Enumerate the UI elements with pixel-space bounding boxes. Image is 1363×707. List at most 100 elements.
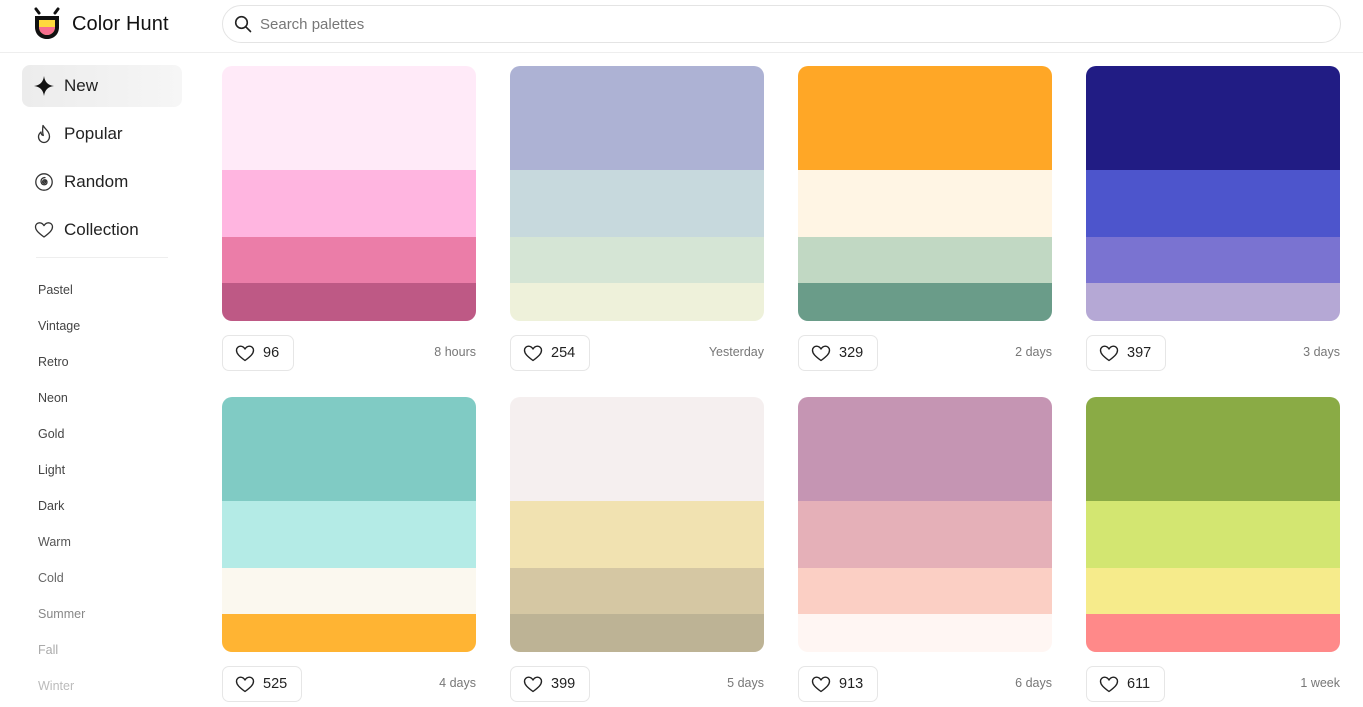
color-swatch[interactable]	[798, 66, 1052, 170]
color-swatch[interactable]	[222, 614, 476, 652]
like-button[interactable]: 525	[222, 666, 303, 702]
palette-swatches[interactable]	[510, 66, 764, 321]
color-swatch[interactable]	[222, 170, 476, 237]
color-swatch[interactable]	[1086, 170, 1340, 237]
nav-item-collection[interactable]: Collection	[22, 209, 182, 251]
color-swatch[interactable]	[1086, 66, 1340, 170]
top-header: Color Hunt	[0, 0, 1363, 53]
palette-footer: 329 2 days	[798, 335, 1052, 373]
tag-neon[interactable]: Neon	[22, 380, 182, 416]
like-count: 254	[551, 345, 576, 361]
logo-icon	[34, 7, 60, 39]
palette-card: 397 3 days	[1086, 66, 1340, 373]
palette-card: 913 6 days	[798, 397, 1052, 704]
heart-icon	[235, 345, 255, 362]
color-swatch[interactable]	[510, 568, 764, 614]
color-swatch[interactable]	[798, 568, 1052, 614]
like-button[interactable]: 611	[1086, 666, 1166, 702]
color-swatch[interactable]	[510, 170, 764, 237]
like-count: 329	[839, 345, 864, 361]
tag-cold[interactable]: Cold	[22, 560, 182, 596]
palette-swatches[interactable]	[222, 397, 476, 652]
palette-footer: 913 6 days	[798, 666, 1052, 704]
like-button[interactable]: 254	[510, 335, 591, 371]
tag-retro[interactable]: Retro	[22, 344, 182, 380]
palette-swatches[interactable]	[510, 397, 764, 652]
like-button[interactable]: 913	[798, 666, 879, 702]
sidebar: New Popular Random Collection Pastel Vint…	[22, 65, 182, 704]
nav-label-new: New	[64, 76, 99, 95]
color-swatch[interactable]	[222, 66, 476, 170]
color-swatch[interactable]	[1086, 237, 1340, 283]
color-swatch[interactable]	[798, 614, 1052, 652]
palette-card: 254 Yesterday	[510, 66, 764, 373]
color-swatch[interactable]	[510, 614, 764, 652]
search-input[interactable]	[258, 14, 1262, 34]
color-swatch[interactable]	[510, 397, 764, 501]
heart-icon	[235, 676, 255, 693]
tag-winter[interactable]: Winter	[22, 668, 182, 704]
tag-vintage[interactable]: Vintage	[22, 308, 182, 344]
heart-icon	[1099, 676, 1119, 693]
palette-date: 3 days	[1303, 345, 1340, 359]
tag-light[interactable]: Light	[22, 452, 182, 488]
sidebar-divider	[36, 257, 168, 258]
nav-item-random[interactable]: Random	[22, 161, 182, 203]
palette-swatches[interactable]	[222, 66, 476, 321]
heart-icon	[523, 676, 543, 693]
color-swatch[interactable]	[510, 237, 764, 283]
palette-date: 8 hours	[434, 345, 476, 359]
color-swatch[interactable]	[222, 283, 476, 321]
like-button[interactable]: 397	[1086, 335, 1167, 371]
color-swatch[interactable]	[510, 501, 764, 568]
color-swatch[interactable]	[1086, 614, 1340, 652]
like-button[interactable]: 96	[222, 335, 295, 371]
palette-date: 2 days	[1015, 345, 1052, 359]
like-button[interactable]: 399	[510, 666, 591, 702]
color-swatch[interactable]	[798, 237, 1052, 283]
search-bar[interactable]	[222, 5, 1341, 43]
palette-swatches[interactable]	[798, 397, 1052, 652]
palette-date: 4 days	[439, 676, 476, 690]
tag-warm[interactable]: Warm	[22, 524, 182, 560]
color-swatch[interactable]	[510, 283, 764, 321]
color-swatch[interactable]	[798, 283, 1052, 321]
tag-gold[interactable]: Gold	[22, 416, 182, 452]
tag-list: Pastel Vintage Retro Neon Gold Light Dark Warm C…	[22, 272, 182, 704]
color-swatch[interactable]	[1086, 397, 1340, 501]
color-swatch[interactable]	[1086, 501, 1340, 568]
color-swatch[interactable]	[222, 568, 476, 614]
color-swatch[interactable]	[798, 397, 1052, 501]
color-swatch[interactable]	[1086, 568, 1340, 614]
nav-item-new[interactable]: New	[22, 65, 182, 107]
palette-swatches[interactable]	[1086, 397, 1340, 652]
nav-label-collection: Collection	[64, 220, 139, 239]
palette-swatches[interactable]	[798, 66, 1052, 321]
color-swatch[interactable]	[222, 237, 476, 283]
color-swatch[interactable]	[798, 170, 1052, 237]
brand-logo[interactable]: Color Hunt	[31, 7, 169, 41]
color-swatch[interactable]	[222, 501, 476, 568]
tag-dark[interactable]: Dark	[22, 488, 182, 524]
color-swatch[interactable]	[222, 397, 476, 501]
palette-footer: 399 5 days	[510, 666, 764, 704]
like-button[interactable]: 329	[798, 335, 879, 371]
tag-pastel[interactable]: Pastel	[22, 272, 182, 308]
palette-card: 399 5 days	[510, 397, 764, 704]
palette-date: 6 days	[1015, 676, 1052, 690]
flame-icon	[37, 124, 51, 144]
tag-fall[interactable]: Fall	[22, 632, 182, 668]
palette-card: 96 8 hours	[222, 66, 476, 373]
color-swatch[interactable]	[798, 501, 1052, 568]
nav-label-popular: Popular	[64, 124, 123, 143]
color-swatch[interactable]	[1086, 283, 1340, 321]
spiral-icon	[35, 173, 53, 191]
heart-icon	[811, 676, 831, 693]
nav-item-popular[interactable]: Popular	[22, 113, 182, 155]
like-count: 913	[839, 676, 864, 692]
tag-summer[interactable]: Summer	[22, 596, 182, 632]
palette-swatches[interactable]	[1086, 66, 1340, 321]
palette-footer: 397 3 days	[1086, 335, 1340, 373]
color-swatch[interactable]	[510, 66, 764, 170]
palette-card: 611 1 week	[1086, 397, 1340, 704]
